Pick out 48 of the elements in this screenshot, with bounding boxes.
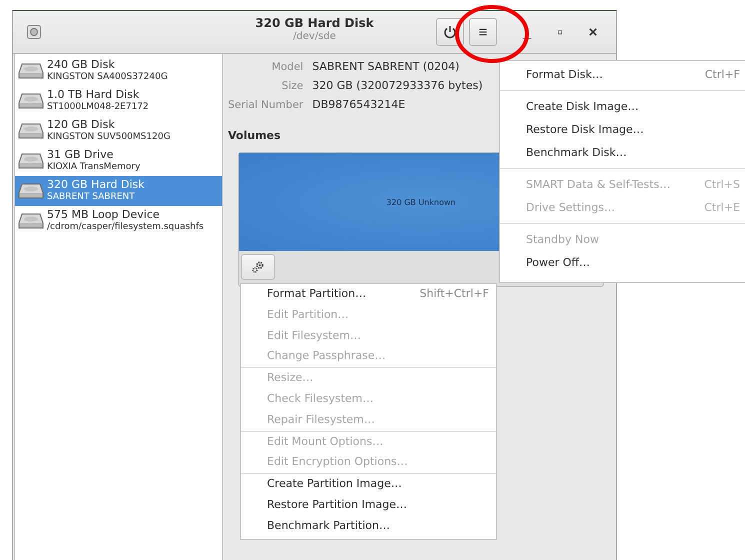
property-value: 320 GB (320072933376 bytes) (312, 79, 483, 92)
property-label: Model (270, 61, 304, 73)
power-icon (443, 25, 457, 39)
menu-item[interactable]: Restore Partition Image… (241, 494, 496, 516)
menu-item[interactable]: Format Disk… Ctrl+F (500, 63, 745, 86)
drive-list-item[interactable]: 575 MB Loop Device /cdrom/casper/filesystem.squashfs (15, 206, 222, 236)
drive-model: KIOXIA TransMemory (47, 161, 140, 173)
drive-name: 575 MB Loop Device (47, 209, 161, 221)
drive-model: SABRENT SABRENT (47, 191, 136, 203)
menu-item[interactable]: Power Off… (500, 251, 745, 274)
menu-item[interactable]: Create Partition Image… (241, 474, 496, 495)
drive-name: 1.0 TB Hard Disk (47, 89, 140, 101)
volume-label: 320 GB Unknown (386, 198, 456, 206)
property-label: Size (280, 80, 304, 92)
gears-icon (251, 260, 265, 274)
drive-name: 120 GB Disk (47, 119, 116, 131)
hard-drive-icon (18, 182, 44, 200)
window-title: 320 GB Hard Disk (255, 16, 374, 30)
close-button[interactable]: × (578, 18, 608, 46)
menu-item[interactable]: Benchmark Partition… (241, 516, 496, 537)
drive-name: 31 GB Drive (47, 149, 114, 161)
hard-drive-icon (18, 122, 44, 140)
hard-drive-icon (18, 92, 44, 110)
maximize-button[interactable]: ▫ (545, 18, 575, 46)
drive-list-item[interactable]: 240 GB Disk KINGSTON SA400S37240G (15, 56, 222, 86)
window-subtitle: /dev/sde (293, 31, 336, 42)
hard-drive-icon (18, 152, 44, 170)
hard-drive-icon (18, 212, 44, 230)
menu-item[interactable]: Format Partition… Shift+Ctrl+F (241, 284, 496, 305)
gears-button[interactable] (241, 254, 275, 280)
drive-model: KINGSTON SUV500MS120G (47, 131, 170, 143)
drive-name: 320 GB Hard Disk (47, 179, 145, 191)
drive-model: ST1000LM048-2E7172 (47, 101, 149, 113)
drive-list-item[interactable]: 1.0 TB Hard Disk ST1000LM048-2E7172 (15, 86, 222, 116)
drive-name: 240 GB Disk (47, 59, 116, 71)
section-heading: Volumes (228, 129, 281, 142)
property-label: Serial Number (228, 99, 304, 111)
drive-list-item[interactable]: 31 GB Drive KIOXIA TransMemory (15, 146, 222, 176)
hard-drive-icon (18, 62, 44, 80)
menu-button[interactable]: ≡ (469, 18, 497, 46)
menu-item[interactable]: Create Disk Image… (500, 95, 745, 118)
disk-utility-icon (27, 25, 41, 39)
drive-model: /cdrom/casper/filesystem.squashfs (47, 221, 204, 233)
drive-list-item[interactable]: 120 GB Disk KINGSTON SUV500MS120G (15, 116, 222, 146)
property-value: SABRENT SABRENT (0204) (312, 60, 460, 73)
property-value: DB9876543214E (312, 98, 406, 111)
menu-item[interactable]: Restore Disk Image… (500, 118, 745, 141)
drive-model: KINGSTON SA400S37240G (47, 71, 168, 83)
